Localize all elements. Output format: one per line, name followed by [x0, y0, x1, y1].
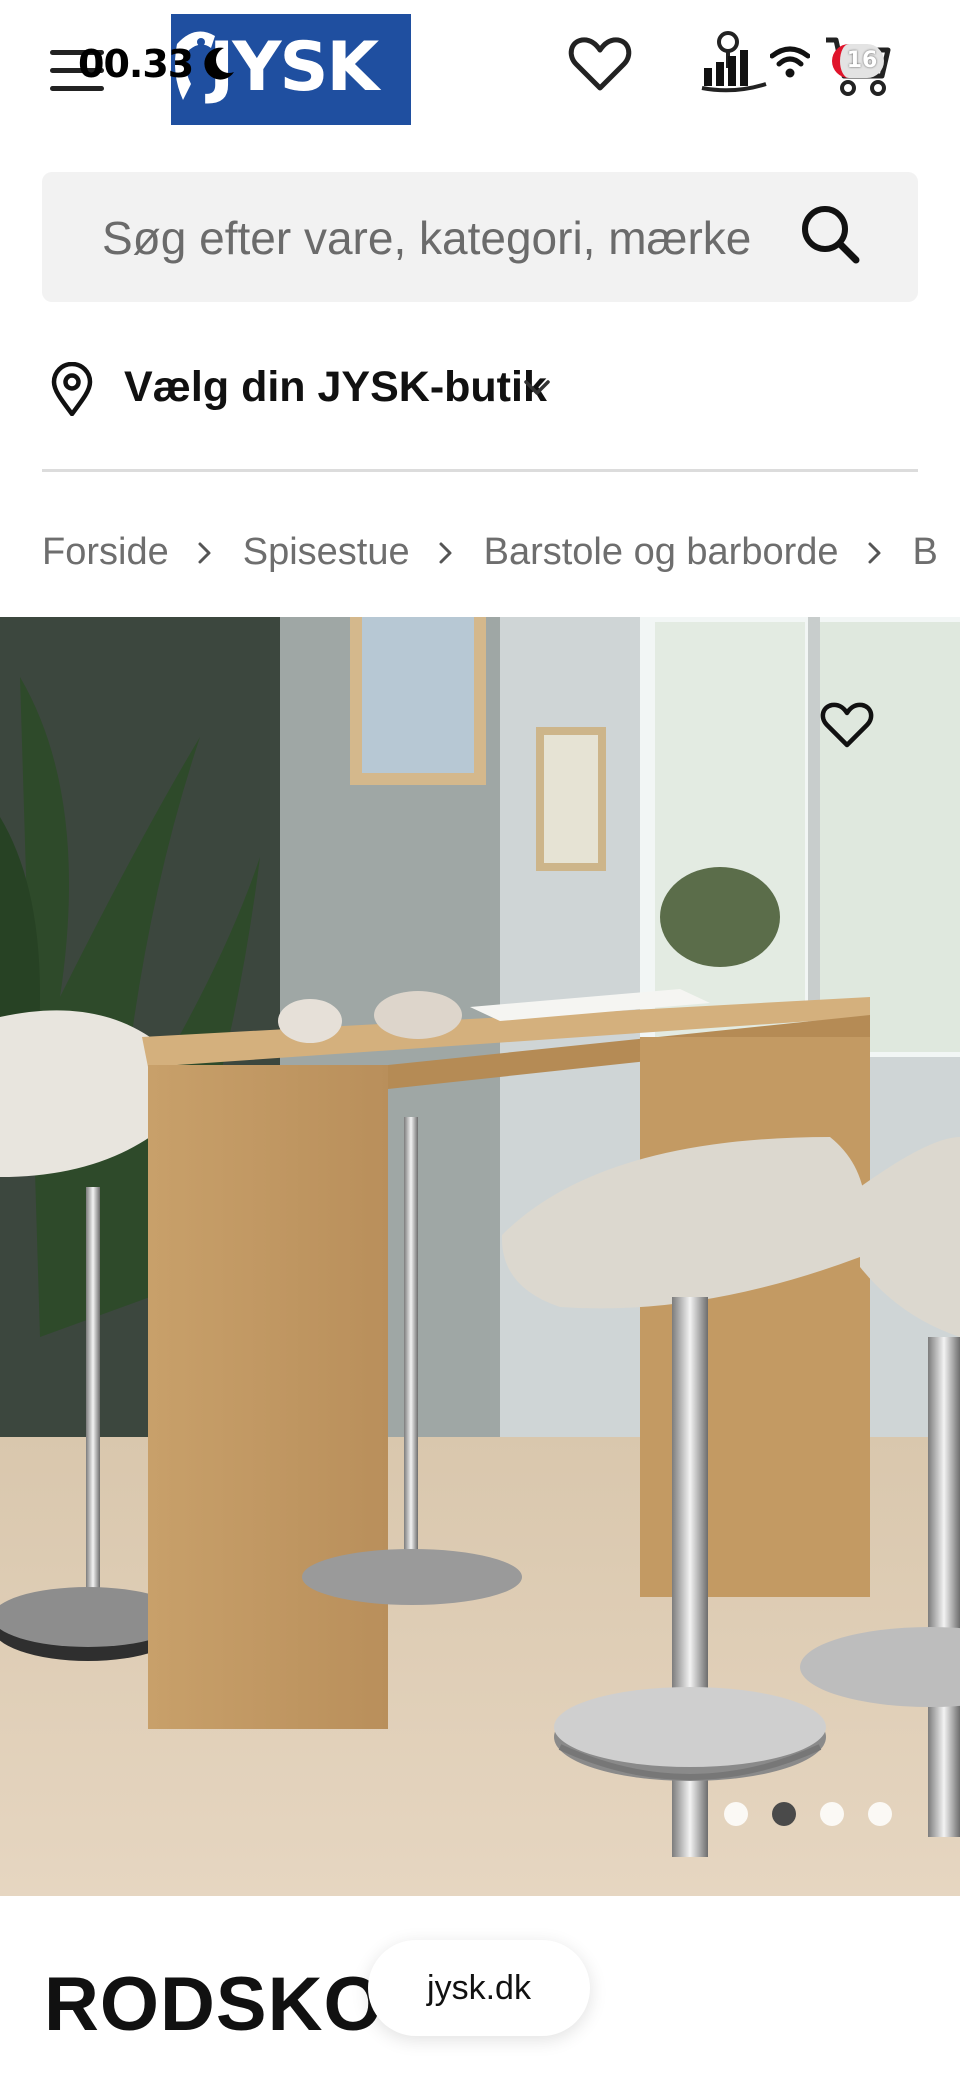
- product-photo: [0, 617, 960, 1896]
- carousel-dots: [724, 1800, 894, 1828]
- status-time: 00.33: [78, 42, 194, 86]
- chevron-down-icon: [524, 380, 550, 395]
- search-icon[interactable]: [798, 202, 862, 266]
- chevron-right-icon: [169, 526, 243, 578]
- add-to-wishlist-heart-icon[interactable]: [820, 700, 874, 750]
- carousel-dot[interactable]: [820, 1802, 844, 1826]
- store-selector[interactable]: Vælg din JYSK-butik: [42, 352, 642, 424]
- product-image-carousel[interactable]: [0, 617, 960, 1896]
- browser-url-pill[interactable]: jysk.dk: [368, 1940, 590, 2036]
- moon-icon: [204, 47, 234, 80]
- carousel-dot-active[interactable]: [772, 1802, 796, 1826]
- search-input[interactable]: [102, 208, 814, 268]
- breadcrumb-link-spisestue[interactable]: Spisestue: [243, 526, 410, 578]
- carousel-dot[interactable]: [868, 1802, 892, 1826]
- wifi-icon: [770, 46, 810, 78]
- chevron-right-icon: [839, 526, 913, 578]
- store-icon[interactable]: [698, 28, 770, 94]
- breadcrumb-link-forside[interactable]: Forside: [42, 526, 169, 578]
- breadcrumb: Forside Spisestue Barstole og barborde B: [42, 524, 960, 584]
- cart-count-badge: 16: [832, 44, 884, 78]
- carousel-dot[interactable]: [724, 1802, 748, 1826]
- store-selector-label: Vælg din JYSK-butik: [124, 363, 547, 411]
- site-header: JYSK 00.33 16: [0, 0, 960, 140]
- breadcrumb-link-barstole[interactable]: Barstole og barborde: [484, 526, 839, 578]
- search-bar: [42, 172, 918, 302]
- divider: [42, 469, 918, 472]
- heart-icon[interactable]: [568, 34, 632, 94]
- chevron-right-icon: [410, 526, 484, 578]
- breadcrumb-link-current[interactable]: B: [913, 526, 938, 578]
- location-pin-icon: [51, 362, 93, 416]
